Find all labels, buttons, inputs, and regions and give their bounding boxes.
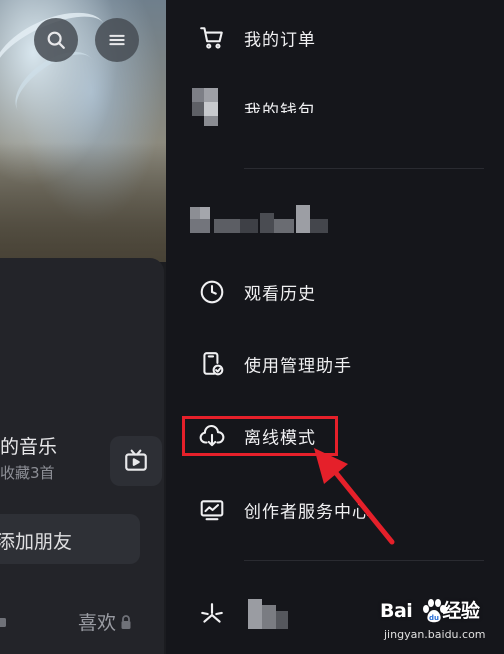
menu-icon	[109, 34, 125, 46]
search-button[interactable]	[34, 18, 78, 62]
likes-tab[interactable]: 喜欢	[78, 608, 132, 635]
spark-icon	[199, 601, 225, 627]
wallet-icon	[192, 88, 230, 128]
background-app-panel: 的音乐 收藏3首 添加朋友 喜欢	[0, 0, 166, 654]
annotation-arrow	[314, 448, 395, 545]
drawer-item-history[interactable]: 观看历史	[166, 262, 504, 322]
cart-icon	[199, 25, 225, 51]
watermark-brand: Bai	[380, 600, 413, 622]
side-drawer: 我的订单 我的钱包 观看历史 使用管理助手 离线模式 创作者服务中心	[166, 0, 504, 654]
divider	[244, 168, 484, 169]
profile-cover-image	[0, 0, 166, 262]
drawer-item-label: 我的钱包	[244, 102, 316, 113]
svg-text:du: du	[429, 614, 439, 622]
lock-icon	[121, 614, 131, 629]
drawer-item-redacted[interactable]	[166, 190, 504, 250]
search-icon	[47, 31, 65, 49]
pixelated-label	[248, 599, 288, 629]
clock-icon	[199, 279, 225, 305]
add-friend-button[interactable]: 添加朋友	[0, 514, 140, 564]
likes-label: 喜欢	[78, 612, 117, 634]
drawer-item-orders[interactable]: 我的订单	[166, 8, 504, 68]
tv-icon	[125, 449, 147, 471]
divider	[244, 560, 484, 561]
lock-icon	[0, 618, 6, 627]
drawer-item-usage-assistant[interactable]: 使用管理助手	[166, 334, 504, 394]
menu-button[interactable]	[95, 18, 139, 62]
drawer-item-label: 观看历史	[244, 284, 316, 305]
baidu-paw-icon: du	[423, 599, 446, 623]
music-title[interactable]: 的音乐	[0, 432, 57, 459]
baidu-jingyan-watermark: Bai 经验 du jingyan.baidu.com	[380, 596, 504, 654]
watermark-url: jingyan.baidu.com	[384, 628, 486, 641]
tv-button[interactable]	[110, 436, 162, 486]
chart-monitor-icon	[199, 497, 225, 523]
phone-check-icon	[199, 351, 225, 377]
drawer-item-wallet[interactable]: 我的钱包	[166, 78, 504, 138]
add-friend-label: 添加朋友	[0, 531, 73, 553]
drawer-item-label: 使用管理助手	[244, 356, 352, 377]
music-subtitle: 收藏3首	[0, 464, 55, 482]
pixelated-icon	[190, 205, 340, 235]
drawer-item-label: 我的订单	[244, 30, 316, 51]
